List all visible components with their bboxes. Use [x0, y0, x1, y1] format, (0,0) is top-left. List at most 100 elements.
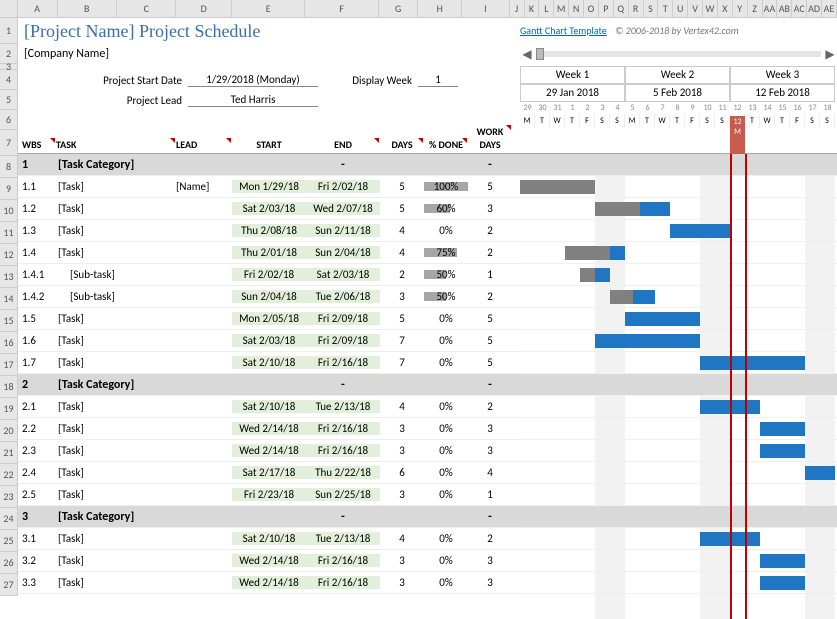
cell-wbs[interactable]: 3 [18, 510, 56, 524]
table-row[interactable]: 3.1 [Task] Sat 2/10/18 Tue 2/13/18 4 0% … [18, 528, 520, 550]
cell-workdays[interactable]: 2 [468, 400, 512, 413]
cell-done[interactable]: 0% [424, 334, 468, 347]
cell-end[interactable]: Tue 2/13/18 [306, 532, 380, 545]
cell-wbs[interactable]: 1.6 [18, 334, 56, 347]
cell-days[interactable]: 3 [380, 488, 424, 501]
row-header[interactable]: 23 [0, 486, 18, 508]
col-header[interactable]: J [510, 0, 525, 17]
gantt-template-link[interactable]: Gantt Chart Template [520, 24, 607, 37]
table-row[interactable]: 1.7 [Task] Sat 2/10/18 Fri 2/16/18 7 0% … [18, 352, 520, 374]
cell-start[interactable]: Wed 2/14/18 [232, 444, 306, 457]
cell-workdays[interactable]: 4 [468, 466, 512, 479]
cell-days[interactable]: 3 [380, 290, 424, 303]
gantt-bar[interactable] [595, 334, 700, 348]
cell-start[interactable]: Sat 2/10/18 [232, 356, 306, 369]
cell-workdays[interactable]: 5 [468, 356, 512, 369]
col-header[interactable]: L [539, 0, 554, 17]
gantt-bar[interactable] [625, 312, 700, 326]
cell-workdays[interactable]: - [468, 510, 512, 524]
cell-workdays[interactable]: 2 [468, 224, 512, 237]
cell-end[interactable]: Fri 2/09/18 [306, 334, 380, 347]
cell-wbs[interactable]: 1.1 [18, 180, 56, 193]
col-header[interactable]: O [584, 0, 599, 17]
cell-task[interactable]: [Sub-task] [56, 290, 176, 303]
gantt-bar[interactable] [520, 180, 595, 194]
cell-workdays[interactable]: 5 [468, 334, 512, 347]
cell-end[interactable]: - [306, 158, 380, 172]
cell-task[interactable]: [Task Category] [56, 378, 176, 392]
cell-wbs[interactable]: 2.4 [18, 466, 56, 479]
cell-start[interactable]: Sat 2/10/18 [232, 400, 306, 413]
cell-end[interactable]: - [306, 510, 380, 524]
cell-start[interactable]: Sun 2/04/18 [232, 290, 306, 303]
table-row[interactable]: 2.2 [Task] Wed 2/14/18 Fri 2/16/18 3 0% … [18, 418, 520, 440]
cell-workdays[interactable]: 2 [468, 532, 512, 545]
row-header[interactable]: 9 [0, 178, 18, 200]
table-row[interactable]: 1 [Task Category] - - [18, 154, 520, 176]
col-header[interactable]: W [703, 0, 718, 17]
cell-days[interactable]: 5 [380, 180, 424, 193]
cell-task[interactable]: [Task] [56, 422, 176, 435]
col-header[interactable]: AB [777, 0, 792, 17]
row-header[interactable]: 6 [0, 110, 18, 130]
col-header[interactable]: U [673, 0, 688, 17]
col-header[interactable]: D [176, 0, 232, 17]
col-header[interactable]: AE [822, 0, 837, 17]
row-header[interactable]: 24 [0, 508, 18, 530]
cell-task[interactable]: [Task] [56, 400, 176, 413]
cell-start[interactable]: Sat 2/03/18 [232, 202, 306, 215]
cell-done[interactable]: 0% [424, 422, 468, 435]
cell-wbs[interactable]: 2.5 [18, 488, 56, 501]
cell-start[interactable]: Wed 2/14/18 [232, 554, 306, 567]
cell-workdays[interactable]: 1 [468, 268, 512, 281]
col-header[interactable]: A [18, 0, 58, 17]
cell-end[interactable]: Fri 2/16/18 [306, 444, 380, 457]
cell-done[interactable]: 100% [424, 180, 468, 193]
cell-start[interactable]: Fri 2/23/18 [232, 488, 306, 501]
cell-end[interactable]: Sun 2/25/18 [306, 488, 380, 501]
cell-workdays[interactable]: 2 [468, 246, 512, 259]
cell-task[interactable]: [Sub-task] [56, 268, 176, 281]
table-row[interactable]: 3 [Task Category] - - [18, 506, 520, 528]
cell-end[interactable]: Tue 2/06/18 [306, 290, 380, 303]
cell-done[interactable]: 60% [424, 202, 468, 215]
col-header[interactable]: N [569, 0, 584, 17]
row-header[interactable]: 27 [0, 574, 18, 596]
cell-workdays[interactable]: 3 [468, 554, 512, 567]
row-header[interactable]: 13 [0, 266, 18, 288]
cell-wbs[interactable]: 2.1 [18, 400, 56, 413]
row-header[interactable]: 8 [0, 156, 18, 178]
col-header[interactable]: Y [733, 0, 748, 17]
cell-wbs[interactable]: 1.7 [18, 356, 56, 369]
cell-days[interactable]: 5 [380, 312, 424, 325]
table-row[interactable]: 2.1 [Task] Sat 2/10/18 Tue 2/13/18 4 0% … [18, 396, 520, 418]
col-header[interactable]: I [462, 0, 510, 17]
col-header[interactable]: Z [748, 0, 763, 17]
cell-days[interactable]: 6 [380, 466, 424, 479]
table-row[interactable]: 1.3 [Task] Thu 2/08/18 Sun 2/11/18 4 0% … [18, 220, 520, 242]
table-row[interactable]: 1.5 [Task] Mon 2/05/18 Fri 2/09/18 5 0% … [18, 308, 520, 330]
row-header[interactable]: 1 [0, 18, 18, 44]
row-header[interactable]: 25 [0, 530, 18, 552]
col-header[interactable]: P [599, 0, 614, 17]
col-header[interactable]: E [232, 0, 305, 17]
gantt-bar[interactable] [760, 444, 805, 458]
cell-task[interactable]: [Task] [56, 554, 176, 567]
cell-done[interactable]: 0% [424, 554, 468, 567]
cell-start[interactable]: Wed 2/14/18 [232, 576, 306, 589]
cell-days[interactable]: 4 [380, 532, 424, 545]
cell-days[interactable]: 3 [380, 422, 424, 435]
col-header[interactable]: AA [763, 0, 778, 17]
cell-task[interactable]: [Task] [56, 466, 176, 479]
table-row[interactable]: 2 [Task Category] - - [18, 374, 520, 396]
cell-workdays[interactable]: 5 [468, 312, 512, 325]
table-row[interactable]: 3.3 [Task] Wed 2/14/18 Fri 2/16/18 3 0% … [18, 572, 520, 594]
cell-days[interactable]: 7 [380, 334, 424, 347]
cell-end[interactable]: Fri 2/09/18 [306, 312, 380, 325]
row-header[interactable]: 4 [0, 70, 18, 90]
cell-wbs[interactable]: 1.5 [18, 312, 56, 325]
cell-start[interactable]: Thu 2/01/18 [232, 246, 306, 259]
cell-task[interactable]: [Task Category] [56, 510, 176, 524]
scrollbar-thumb[interactable] [536, 48, 544, 60]
cell-wbs[interactable]: 3.3 [18, 576, 56, 589]
